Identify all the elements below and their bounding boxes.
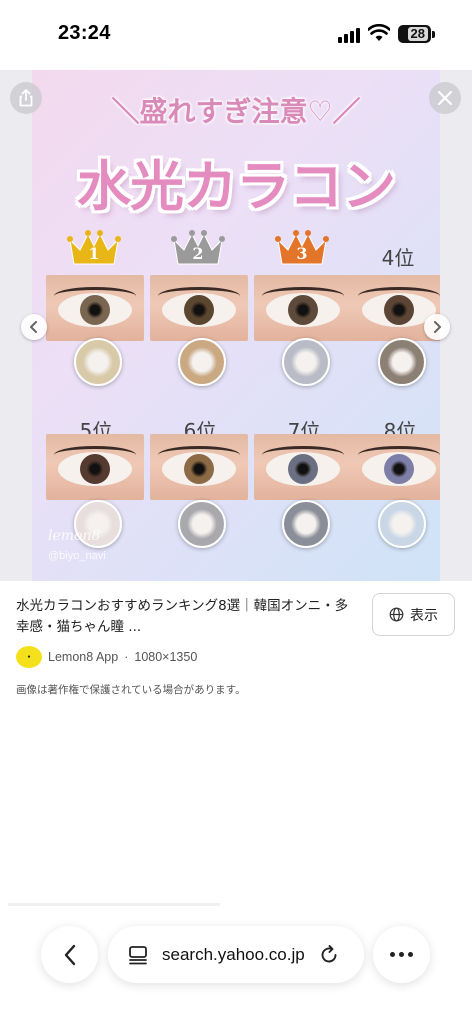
share-button[interactable]: [10, 82, 42, 114]
reload-icon[interactable]: [319, 944, 339, 965]
more-dot-icon: [408, 952, 413, 957]
share-icon: [19, 89, 33, 107]
source-separator: ·: [124, 650, 129, 664]
rank-label: 4位: [381, 246, 415, 270]
address-bar[interactable]: search.yahoo.co.jp: [108, 926, 364, 983]
image-dimensions: 1080×1350: [134, 650, 198, 664]
eye-photo: [254, 434, 352, 500]
rank-number: 2: [192, 244, 204, 263]
rank-number: 3: [296, 244, 308, 263]
previous-image-button[interactable]: [21, 314, 47, 340]
eye-photo: [150, 275, 248, 341]
rank-number: 1: [88, 244, 100, 263]
poster-subtitle: ＼盛れすぎ注意♡／: [111, 95, 361, 128]
view-button[interactable]: 表示: [372, 593, 455, 636]
eye-photo: [46, 434, 144, 500]
more-dot-icon: [399, 952, 404, 957]
lemon8-logo-icon: ●: [16, 646, 42, 668]
more-options-button[interactable]: [373, 926, 430, 983]
tabs-icon: [129, 945, 147, 964]
next-image-button[interactable]: [424, 314, 450, 340]
url-text[interactable]: search.yahoo.co.jp: [162, 945, 305, 965]
source-name: Lemon8 App: [48, 650, 119, 664]
globe-icon: [389, 607, 404, 622]
battery-icon: 28: [398, 25, 431, 43]
source-row: ● Lemon8 App · 1080×1350: [16, 646, 197, 668]
image-title[interactable]: 水光カラコンおすすめランキング8選｜韓国オンニ・多幸感・猫ちゃん瞳 ...: [16, 596, 361, 638]
wifi-icon: [368, 24, 390, 41]
rank-crown-icon: 1: [66, 228, 122, 268]
eye-photo: [150, 434, 248, 500]
lens-sample: [178, 338, 226, 386]
watermark-handle: @biyo_navi: [48, 550, 106, 562]
cellular-signal-icon: [338, 27, 362, 43]
divider: [8, 903, 220, 906]
copyright-notice: 画像は著作権で保護されている場合があります。: [16, 684, 246, 696]
battery-level: 28: [407, 27, 428, 41]
lens-sample: [178, 500, 226, 548]
close-icon: [438, 91, 452, 105]
poster-image[interactable]: ＼盛れすぎ注意♡／ 水光カラコン 1 2 3 4位 5位 6位 7位 8位 lemon8 @b…: [32, 70, 440, 581]
lens-sample: [74, 338, 122, 386]
close-button[interactable]: [429, 82, 461, 114]
status-time: 23:24: [58, 22, 111, 44]
poster-title: 水光カラコン: [77, 155, 396, 218]
chevron-left-icon: [30, 321, 37, 333]
status-bar: 23:24 28: [0, 0, 472, 70]
eye-photo: [350, 434, 440, 500]
more-dot-icon: [390, 952, 395, 957]
battery-nub: [432, 31, 435, 38]
lens-sample: [282, 500, 330, 548]
watermark-logo: lemon8: [48, 528, 101, 544]
eye-photo: [46, 275, 144, 341]
rank-crown-icon: 2: [170, 228, 226, 268]
lens-sample: [378, 500, 426, 548]
rank-crown-icon: 3: [274, 228, 330, 268]
eye-photo: [254, 275, 352, 341]
view-button-label: 表示: [410, 607, 438, 624]
chevron-right-icon: [434, 321, 441, 333]
back-button[interactable]: [41, 926, 98, 983]
lens-sample: [378, 338, 426, 386]
lens-sample: [282, 338, 330, 386]
chevron-left-icon: [64, 944, 75, 965]
image-viewer[interactable]: ＼盛れすぎ注意♡／ 水光カラコン 1 2 3 4位 5位 6位 7位 8位 lemon8 @b…: [0, 70, 472, 581]
